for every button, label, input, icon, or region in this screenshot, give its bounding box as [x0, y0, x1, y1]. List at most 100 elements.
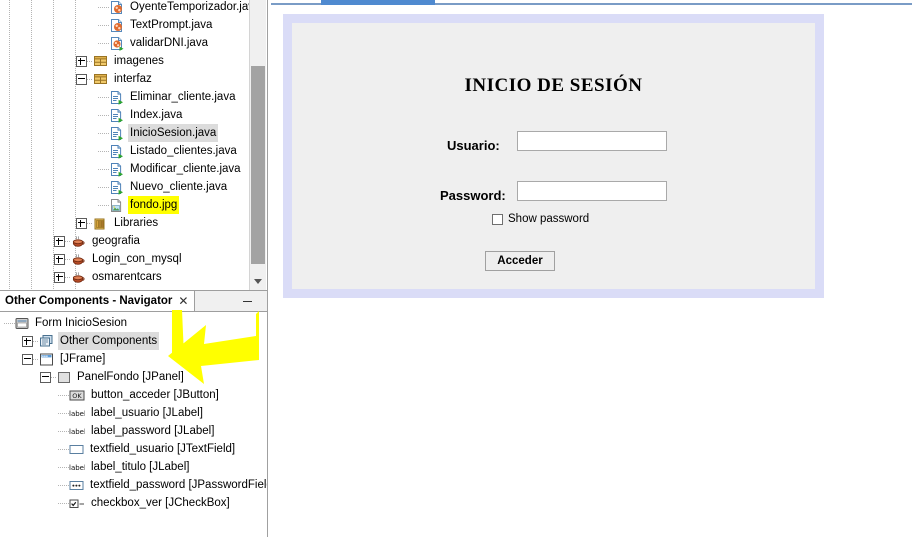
tree-leaf-connector	[98, 204, 109, 206]
tree-leaf-connector	[58, 484, 69, 486]
textfield-usuario[interactable]	[517, 131, 667, 151]
expand-icon[interactable]	[76, 217, 87, 229]
tree-node[interactable]: imagenes	[0, 52, 166, 70]
tree-node[interactable]: geografia	[0, 232, 142, 250]
tree-node-label: InicioSesion.java	[128, 124, 219, 142]
tree-node[interactable]: textfield_usuario [JTextField]	[0, 440, 237, 458]
tree-node-label: label_usuario [JLabel]	[91, 407, 203, 419]
java-class-icon	[109, 18, 124, 33]
jtextfield-icon	[69, 444, 84, 455]
tree-node[interactable]: Modificar_cliente.java	[0, 160, 243, 178]
scroll-down-arrow-icon[interactable]	[250, 273, 266, 290]
tree-node[interactable]: interfaz	[0, 70, 154, 88]
tree-node-label: Libraries	[114, 217, 159, 229]
tree-node[interactable]: Index.java	[0, 106, 184, 124]
expand-icon[interactable]	[54, 253, 65, 265]
tree-node-label: osmarentcars	[92, 271, 162, 283]
tree-node-label: [JFrame]	[60, 353, 106, 365]
checkbox-ver-row[interactable]: Show password	[492, 213, 589, 225]
tree-node-label: interfaz	[114, 73, 152, 85]
expand-icon[interactable]	[54, 235, 65, 247]
tree-node[interactable]: label label_password [JLabel]	[0, 422, 216, 440]
tree-node-label: label_titulo [JLabel]	[91, 461, 190, 473]
tree-node[interactable]: InicioSesion.java	[0, 124, 219, 142]
label-usuario: Usuario:	[447, 138, 500, 153]
tree-leaf-connector	[98, 6, 109, 8]
libraries-icon	[93, 216, 108, 231]
close-icon[interactable]: ✕	[178, 295, 188, 307]
checkbox-ver-label: Show password	[508, 213, 590, 225]
tree-node[interactable]: fondo.jpg	[0, 196, 180, 214]
scrollbar-thumb[interactable]	[251, 66, 265, 264]
checkbox-ver[interactable]	[492, 213, 503, 225]
active-editor-tab-indicator[interactable]	[321, 0, 435, 5]
tree-node[interactable]: Other Components	[0, 332, 160, 350]
tree-node[interactable]: validarDNI.java	[0, 34, 210, 52]
tree-node[interactable]: OyenteTemporizador.java	[0, 0, 262, 16]
panel-fondo[interactable]: INICIO DE SESIÓN Usuario: Password: Show…	[292, 23, 815, 289]
tree-leaf-connector	[98, 186, 109, 188]
collapse-icon[interactable]	[76, 73, 87, 85]
java-form-icon	[109, 90, 124, 105]
tree-node[interactable]: Nuevo_cliente.java	[0, 178, 229, 196]
tree-node[interactable]: Listado_clientes.java	[0, 142, 239, 160]
tree-node[interactable]: label label_usuario [JLabel]	[0, 404, 205, 422]
tree-node[interactable]: Login_con_mysql	[0, 250, 184, 268]
java-project-icon	[71, 270, 86, 284]
navigator-tree[interactable]: Form InicioSesion Other Components [JFra…	[0, 313, 267, 537]
java-form-icon	[109, 126, 124, 141]
textfield-password[interactable]	[517, 181, 667, 201]
tree-node[interactable]: PanelFondo [JPanel]	[0, 368, 186, 386]
tree-node[interactable]: TextPrompt.java	[0, 16, 214, 34]
tree-node[interactable]: OK button_acceder [JButton]	[0, 386, 221, 404]
tree-node[interactable]: checkbox_ver [JCheckBox]	[0, 494, 232, 512]
navigator-tab-title: Other Components - Navigator	[5, 295, 173, 307]
expand-icon[interactable]	[22, 335, 33, 347]
expand-icon[interactable]	[54, 271, 65, 283]
button-acceder[interactable]: Acceder	[485, 251, 555, 271]
tree-node[interactable]: label label_titulo [JLabel]	[0, 458, 191, 476]
tree-node-label: imagenes	[114, 55, 164, 67]
tree-node-label: PanelFondo [JPanel]	[77, 371, 184, 383]
design-frame-border[interactable]: INICIO DE SESIÓN Usuario: Password: Show…	[283, 14, 824, 298]
jframe-icon	[39, 353, 54, 366]
collapse-icon[interactable]	[22, 353, 33, 365]
tree-node[interactable]: textfield_password [JPasswordField]	[0, 476, 267, 494]
java-form-icon	[109, 108, 124, 123]
tree-leaf-connector	[98, 132, 109, 134]
projects-tree[interactable]: OyenteTemporizador.java TextPrompt.java …	[0, 0, 260, 290]
expand-icon[interactable]	[76, 55, 87, 67]
svg-text:label: label	[69, 428, 85, 436]
minimize-button[interactable]	[227, 291, 267, 311]
tree-node[interactable]: Libraries	[0, 214, 160, 232]
tree-node[interactable]: [JFrame]	[0, 350, 107, 368]
jlabel-icon: label	[69, 408, 85, 418]
tree-node-label: Index.java	[130, 109, 183, 121]
tree-leaf-connector	[58, 430, 69, 432]
collapse-icon[interactable]	[40, 371, 51, 383]
tree-node[interactable]: Form InicioSesion	[0, 314, 129, 332]
svg-text:label: label	[69, 410, 85, 418]
java-form-icon	[109, 144, 124, 159]
java-form-icon	[109, 180, 124, 195]
navigator-titlebar: Other Components - Navigator ✕	[0, 291, 267, 312]
label-titulo: INICIO DE SESIÓN	[464, 75, 643, 96]
tree-node[interactable]: osmarentcars	[0, 268, 164, 286]
tree-node-label: button_acceder [JButton]	[91, 389, 219, 401]
projects-vertical-scrollbar[interactable]	[249, 0, 266, 290]
tree-node-label: OyenteTemporizador.java	[130, 1, 261, 13]
navigator-tab[interactable]: Other Components - Navigator ✕	[0, 291, 196, 311]
tree-node[interactable]: Eliminar_cliente.java	[0, 88, 237, 106]
